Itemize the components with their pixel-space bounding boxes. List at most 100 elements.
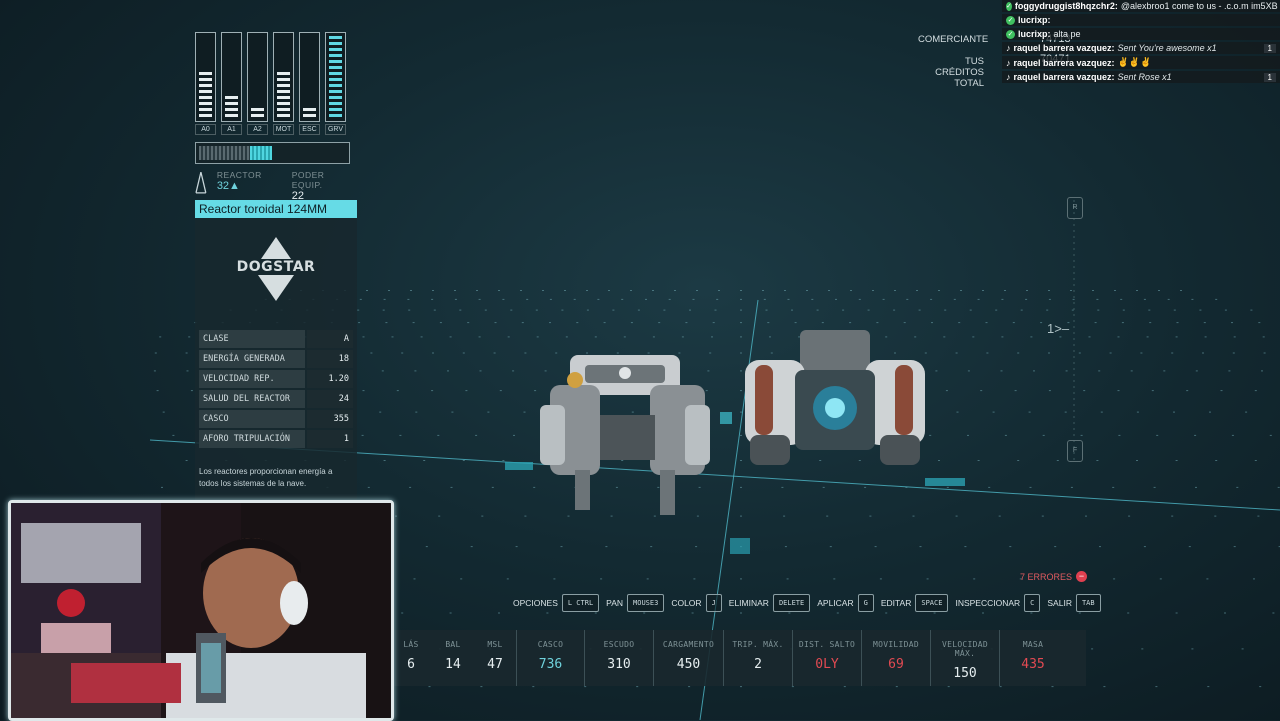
stat-name: CASCO bbox=[199, 410, 305, 428]
merchant-credits-label: COMERCIANTE bbox=[918, 34, 989, 45]
chat-message: ✓ foggydruggist8hqzchr2: @alexbroo1 come t… bbox=[1002, 0, 1280, 12]
meter-esc[interactable]: ESC bbox=[299, 32, 320, 135]
ship-stat-value: 150 bbox=[953, 666, 977, 681]
ship-stat: CARGAMENTO 450 bbox=[653, 630, 723, 686]
meter-grv[interactable]: GRV bbox=[325, 32, 346, 135]
control-label: INSPECCIONAR bbox=[955, 598, 1021, 608]
total-label: TOTAL bbox=[954, 78, 984, 89]
control-label: EDITAR bbox=[880, 598, 912, 608]
gift-count-badge: 1 bbox=[1263, 43, 1276, 53]
stat-value: 1.20 bbox=[307, 370, 353, 388]
stat-name: SALUD DEL REACTOR bbox=[199, 390, 305, 408]
control-aplicar[interactable]: APLICAR G bbox=[817, 594, 874, 612]
meter-label: A0 bbox=[195, 124, 216, 135]
meter-mot[interactable]: MOT bbox=[273, 32, 294, 135]
axis-marker-top[interactable]: R bbox=[1067, 197, 1083, 219]
ship-stat-label: DIST. SALTO bbox=[798, 640, 856, 649]
control-label: OPCIONES bbox=[513, 598, 558, 608]
brand-logo-bottom-icon bbox=[258, 275, 294, 301]
stat-row: ENERGÍA GENERADA 18 bbox=[199, 350, 353, 368]
key-hint: TAB bbox=[1075, 594, 1101, 612]
tiktok-icon: ♪ bbox=[1006, 43, 1011, 53]
stat-name: ENERGÍA GENERADA bbox=[199, 350, 305, 368]
control-inspeccionar[interactable]: INSPECCIONAR C bbox=[955, 594, 1041, 612]
ship-stat-label: TRIP. MÁX. bbox=[732, 640, 784, 649]
ship-module-reactor[interactable] bbox=[730, 325, 935, 475]
control-pan[interactable]: PAN MOUSE3 bbox=[606, 594, 665, 612]
chat-text: Sent You're awesome x1 bbox=[1117, 43, 1217, 53]
ship-stat: CASCO 736 bbox=[516, 630, 584, 686]
meter-a0[interactable]: A0 bbox=[195, 32, 216, 135]
power-allocation-bar bbox=[195, 142, 350, 164]
ship-stat-label: MSL bbox=[487, 640, 503, 649]
chat-username: foggydruggist8hqzchr2: bbox=[1014, 1, 1118, 11]
control-label: COLOR bbox=[671, 598, 702, 608]
stat-value: 355 bbox=[307, 410, 353, 428]
stat-row: SALUD DEL REACTOR 24 bbox=[199, 390, 353, 408]
control-eliminar[interactable]: ELIMINAR DELETE bbox=[728, 594, 811, 612]
ship-stat: LÁS 6 bbox=[390, 630, 432, 686]
reactor-label: REACTOR bbox=[216, 170, 262, 180]
stat-name: VELOCIDAD REP. bbox=[199, 370, 305, 388]
control-salir[interactable]: SALIR TAB bbox=[1047, 594, 1101, 612]
ship-stat-label: ESCUDO bbox=[603, 640, 635, 649]
control-label: SALIR bbox=[1047, 598, 1072, 608]
ship-stat-value: 310 bbox=[607, 657, 631, 672]
control-color[interactable]: COLOR J bbox=[671, 594, 722, 612]
meter-gauge bbox=[273, 32, 294, 122]
streamer-webcam bbox=[8, 500, 394, 721]
key-hint: SPACE bbox=[915, 594, 949, 612]
errors-label: 7 ERRORES bbox=[1020, 571, 1073, 582]
ship-stat-value: 69 bbox=[888, 657, 904, 672]
ship-stat-label: VELOCIDAD MÁX. bbox=[941, 640, 989, 658]
meter-gauge bbox=[221, 32, 242, 122]
meter-label: A2 bbox=[247, 124, 268, 135]
key-hint: J bbox=[705, 594, 722, 612]
stat-value: 18 bbox=[307, 350, 353, 368]
chat-text: alta pe bbox=[1053, 29, 1081, 39]
part-details: DOGSTAR CLASE A ENERGÍA GENERADA 18 VELOCIDA… bbox=[195, 218, 357, 500]
chat-text: @alexbroo1 come to us - .c.o.m im5XB bbox=[1120, 1, 1278, 11]
ship-module-cockpit[interactable] bbox=[530, 345, 720, 520]
axis-marker-bottom[interactable]: F bbox=[1067, 440, 1083, 462]
ship-stat: BAL 14 bbox=[432, 630, 474, 686]
control-label: ELIMINAR bbox=[728, 598, 769, 608]
stat-value: A bbox=[307, 330, 353, 348]
control-opciones[interactable]: OPCIONES L CTRL bbox=[513, 594, 600, 612]
meter-label: MOT bbox=[273, 124, 294, 135]
tiktok-icon: ♪ bbox=[1006, 72, 1011, 82]
check-icon: ✓ bbox=[1006, 1, 1012, 11]
ship-stat-label: LÁS bbox=[403, 640, 419, 649]
stat-row: CLASE A bbox=[199, 330, 353, 348]
reactor-class-icon bbox=[195, 172, 207, 194]
power-equip-label: PODER EQUIP. bbox=[291, 170, 325, 190]
ship-stat: MOVILIDAD 69 bbox=[861, 630, 930, 686]
credits-labels: COMERCIANTE TUS CRÉDITOS TOTAL bbox=[918, 34, 989, 100]
chat-username: lucrixp: bbox=[1018, 29, 1051, 39]
meter-label: A1 bbox=[221, 124, 242, 135]
ship-stat-label: MOVILIDAD bbox=[872, 640, 920, 649]
errors-indicator[interactable]: 7 ERRORES − bbox=[1020, 571, 1088, 582]
control-editar[interactable]: EDITAR SPACE bbox=[881, 594, 949, 612]
brand-logo-top-icon bbox=[261, 237, 291, 259]
chat-text: ✌✌✌ bbox=[1117, 57, 1152, 67]
chat-username: lucrixp: bbox=[1018, 15, 1051, 25]
axis-tag-right bbox=[925, 478, 965, 486]
stat-name: CLASE bbox=[199, 330, 305, 348]
reactor-value: 32▲ bbox=[216, 180, 240, 192]
meter-a1[interactable]: A1 bbox=[221, 32, 242, 135]
chat-username: raquel barrera vazquez: bbox=[1013, 57, 1115, 68]
meter-gauge bbox=[195, 32, 216, 122]
your-credits-label: TUS CRÉDITOS bbox=[935, 56, 984, 78]
chat-message: ✓ lucrixp: alta pe bbox=[1002, 28, 1280, 40]
ship-stat-label: BAL bbox=[445, 640, 461, 649]
part-description: Los reactores proporcionan energía a tod… bbox=[199, 467, 333, 488]
chat-message: ♪ raquel barrera vazquez: Sent Rose x1 1 bbox=[1002, 71, 1280, 83]
control-label: APLICAR bbox=[817, 598, 854, 608]
check-icon: ✓ bbox=[1006, 15, 1015, 25]
axis-tag-bottom bbox=[730, 538, 750, 554]
brand-name: DOGSTAR bbox=[236, 259, 316, 275]
chat-message: ♪ raquel barrera vazquez: ✌✌✌ bbox=[1002, 56, 1280, 69]
meter-a2[interactable]: A2 bbox=[247, 32, 268, 135]
key-hint: C bbox=[1024, 594, 1041, 612]
